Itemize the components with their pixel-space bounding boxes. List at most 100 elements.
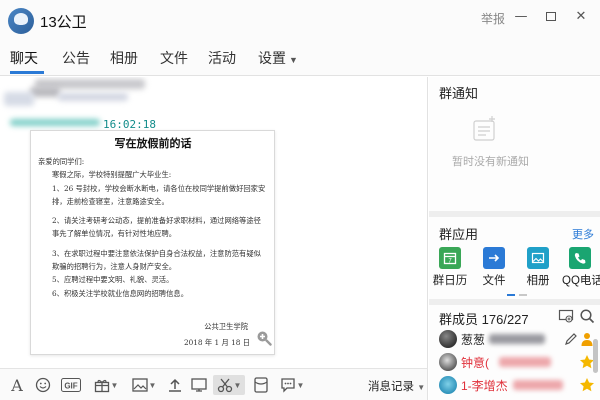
sender-nickname-redacted (10, 119, 100, 126)
tab-settings[interactable]: 设置 ▼ (258, 48, 298, 68)
document-signature: 公共卫生学院 (204, 322, 248, 331)
member-avatar (439, 330, 457, 348)
member-name: 葱葱 (461, 333, 486, 347)
admin-star-icon (580, 378, 594, 392)
sender-avatar-redacted (4, 92, 34, 106)
app-label: 群日历 (432, 275, 468, 287)
empty-notice-icon (473, 116, 495, 141)
group-apps-header: 群应用 (439, 227, 479, 242)
chevron-down-icon: ▼ (233, 380, 242, 390)
member-name-redacted (513, 380, 563, 390)
font-button[interactable]: A (8, 375, 26, 395)
more-apps-link[interactable]: 更多 (572, 226, 594, 242)
sender-title-redacted (58, 93, 128, 101)
app-calendar[interactable]: 7 群日历 (432, 247, 468, 288)
minimize-button[interactable]: — (510, 6, 532, 28)
tab-album[interactable]: 相册 (110, 48, 138, 68)
tab-files[interactable]: 文件 (160, 48, 188, 68)
member-row[interactable]: 葱葱 (439, 330, 599, 348)
maximize-icon (546, 12, 556, 21)
document-title: 写在放假前的话 (114, 137, 192, 150)
member-name-redacted (499, 357, 551, 367)
member-name: 1-李增杰 (461, 379, 508, 393)
member-row[interactable]: 钟意( (439, 353, 599, 371)
maximize-button[interactable] (540, 6, 562, 28)
document-intro: 寒假之际，学校特别提醒广大毕业生: (52, 170, 172, 180)
document-item: 6、积极关注学校就业信息网的招聘信息。 (52, 288, 188, 298)
app-files[interactable]: 文件 (476, 247, 512, 288)
red-packet-button[interactable] (252, 375, 270, 395)
font-icon: A (11, 375, 23, 395)
screenshot-button[interactable]: ▼ (213, 375, 245, 395)
input-toolbar: A GIF ▼ ▼ ▼ ▼ 消息记录 ▼ (0, 368, 428, 400)
document-item: 5、应聘过程中要文明、礼貌、灵活。 (52, 275, 174, 285)
zoom-in-icon[interactable] (256, 330, 272, 346)
screen-icon (191, 378, 207, 392)
document-item: 3、在求职过程中要注意依法保护自身合法权益，注意防范有疑似欺骗的招聘行为，注意人… (52, 248, 261, 272)
pager-dot-active[interactable] (507, 294, 515, 296)
tab-chat[interactable]: 聊天 (10, 48, 38, 68)
image-button[interactable]: ▼ (130, 375, 158, 395)
tab-settings-label: 设置 (258, 50, 286, 66)
screen-share-button[interactable] (190, 375, 208, 395)
smiley-icon (35, 377, 51, 393)
emoji-button[interactable] (34, 375, 52, 395)
edit-pencil-icon (565, 333, 577, 345)
chevron-down-icon: ▼ (148, 380, 157, 390)
photo-icon (527, 247, 549, 269)
chat-bubble-icon (280, 378, 295, 393)
member-name-redacted (489, 334, 545, 344)
app-album[interactable]: 相册 (520, 247, 556, 288)
group-members-label: 群成员 (439, 312, 479, 327)
tab-activities[interactable]: 活动 (208, 48, 236, 68)
member-name: 钟意( (461, 356, 489, 370)
upload-file-button[interactable] (166, 375, 184, 395)
upload-icon (169, 378, 181, 392)
shared-image-document[interactable]: 写在放假前的话 亲爱的同学们: 寒假之际，学校特别提醒广大毕业生: 1、26 号… (30, 130, 275, 355)
window-title: 13公卫 (40, 14, 87, 31)
search-icon[interactable] (579, 308, 595, 324)
member-row[interactable]: 1-李增杰 (439, 376, 599, 394)
tab-bar: 聊天 公告 相册 文件 活动 设置 ▼ (0, 40, 600, 76)
close-button[interactable]: ✕ (570, 6, 592, 28)
app-qq-call[interactable]: QQ电话 (562, 247, 600, 288)
gif-icon: GIF (61, 378, 81, 392)
gif-button[interactable]: GIF (60, 375, 82, 395)
message-history-label: 消息记录 (368, 381, 414, 393)
app-label: 相册 (526, 275, 550, 287)
document-date: 2018 年 1 月 18 日 (184, 338, 250, 347)
image-icon (131, 378, 148, 392)
member-avatar (439, 353, 457, 371)
document-item: 2、请关注考研考公动态，提前准备好求职材料，通过网络等途径事先了解单位情况，有针… (52, 216, 261, 239)
chat-area[interactable]: 16:02:18 写在放假前的话 亲爱的同学们: 寒假之际，学校特别提醒广大毕业… (0, 77, 428, 368)
member-avatar (439, 376, 457, 394)
active-tab-indicator (10, 71, 44, 74)
red-packet-icon (254, 377, 268, 393)
chevron-down-icon: ▼ (289, 55, 298, 65)
app-label: 文件 (482, 275, 506, 287)
group-notice-header: 群通知 (439, 86, 479, 101)
group-avatar[interactable] (8, 8, 34, 34)
chevron-down-icon: ▼ (296, 380, 305, 390)
group-side-panel: 群通知 暂时没有新通知 群应用 更多 7 群日历 文件 相册 QQ电话 群成员 … (429, 77, 600, 400)
calendar-icon: 7 (439, 247, 461, 269)
scissors-icon (217, 378, 232, 393)
gift-button[interactable]: ▼ (92, 375, 120, 395)
title-bar: 13公卫 举报 — ✕ (0, 0, 600, 40)
document-greeting: 亲爱的同学们: (38, 157, 85, 166)
pager-dot[interactable] (519, 294, 527, 296)
section-divider (429, 299, 600, 305)
file-arrow-icon (483, 247, 505, 269)
report-link[interactable]: 举报 (481, 10, 505, 27)
message-history-button[interactable]: 消息记录 ▼ (368, 378, 425, 394)
chevron-down-icon: ▼ (110, 380, 119, 390)
more-tools-button[interactable]: ▼ (278, 375, 306, 395)
member-list-scrollbar[interactable] (593, 339, 598, 373)
gift-icon (94, 379, 109, 393)
group-members-header: 群成员 176/227 (439, 309, 529, 328)
tab-announcements[interactable]: 公告 (62, 48, 90, 68)
phone-icon (569, 247, 591, 269)
member-manage-icon[interactable] (558, 308, 574, 324)
sender-name-redacted (30, 87, 60, 97)
group-members-count: 176/227 (481, 312, 529, 327)
